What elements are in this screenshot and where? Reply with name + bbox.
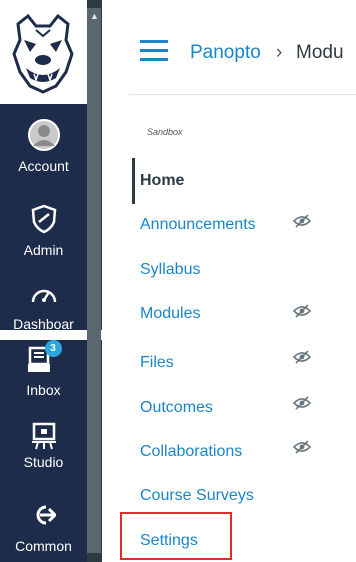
hidden-eye-icon [293,214,311,228]
breadcrumb-course-link[interactable]: Panopto [190,42,261,64]
studio-icon [31,422,56,450]
course-nav-outcomes[interactable]: Outcomes [140,399,213,417]
hidden-eye-icon [293,304,311,318]
breadcrumb-current: Modu [296,42,344,63]
user-avatar-icon [27,119,60,151]
nav-inbox[interactable]: 3 Inbox [0,340,87,398]
course-nav-syllabus[interactable]: Syllabus [140,261,200,279]
course-nav-home[interactable]: Home [140,172,184,190]
course-nav-collaborations[interactable]: Collaborations [140,443,242,461]
admin-shield-icon [31,204,56,234]
hidden-eye-icon [293,396,311,410]
nav-scrollbar[interactable] [87,8,101,553]
course-nav-announcements[interactable]: Announcements [140,216,256,234]
course-nav-files[interactable]: Files [140,354,174,372]
nav-dashboard[interactable]: Dashboar [0,282,87,330]
nav-account[interactable]: Account [0,118,87,174]
nav-admin[interactable]: Admin [0,204,87,258]
course-menu-toggle-icon[interactable] [140,40,168,62]
inbox-unread-badge: 3 [44,340,62,357]
nav-account-label: Account [18,158,69,174]
nav-common-label: Common [15,538,72,554]
scroll-up-arrow-icon[interactable]: ▲ [90,10,99,22]
nav-studio-label: Studio [23,454,64,470]
course-nav-modules[interactable]: Modules [140,305,200,323]
common-arrow-icon [36,505,56,525]
nav-inbox-label: Inbox [26,382,61,398]
breadcrumb-separator: › [276,42,283,63]
nav-admin-label: Admin [23,242,64,258]
nav-common[interactable]: Common [0,504,87,554]
bulldog-logo[interactable] [6,10,80,94]
dashboard-gauge-icon [31,289,56,303]
settings-highlight-box [120,512,232,560]
nav-dashboard-label: Dashboar [13,316,74,330]
active-link-indicator [132,158,135,204]
header-divider [130,94,356,95]
course-term-label: Sandbox [147,127,183,137]
nav-studio[interactable]: Studio [0,422,87,470]
hidden-eye-icon [293,350,311,364]
hidden-eye-icon [293,440,311,454]
course-nav-course-surveys[interactable]: Course Surveys [140,487,254,505]
